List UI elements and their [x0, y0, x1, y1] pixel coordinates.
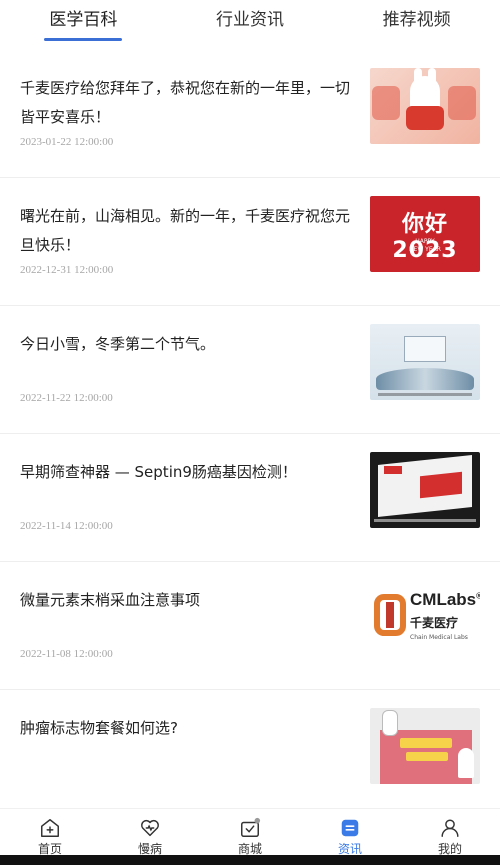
thumbnail-text: 你好2023: [392, 212, 458, 263]
nav-news[interactable]: 资讯: [300, 809, 400, 856]
thumbnail-text: ®: [476, 591, 480, 601]
article-title: 早期筛查神器 — Septin9肠癌基因检测！: [20, 463, 297, 481]
thumbnail-text: CMLabs: [410, 590, 477, 609]
cart-icon: [241, 817, 261, 837]
list-item[interactable]: 今日小雪，冬季第二个节气。 2022-11-22 12:00:00: [0, 306, 500, 434]
article-thumbnail: [370, 68, 480, 144]
nav-profile[interactable]: 我的: [400, 809, 500, 856]
tab-label: 行业资讯: [216, 10, 284, 30]
tab-recommended-videos[interactable]: 推荐视频: [333, 0, 500, 50]
article-thumbnail: 你好2023 HAPPY NEW YEAR: [370, 196, 480, 272]
list-item[interactable]: 千麦医疗给您拜年了，恭祝您在新的一年里，一切皆平安喜乐！ 2023-01-22 …: [0, 50, 500, 178]
list-item[interactable]: 曙光在前，山海相见。新的一年，千麦医疗祝您元旦快乐！ 2022-12-31 12…: [0, 178, 500, 306]
article-date: 2023-01-22 12:00:00: [20, 136, 114, 148]
article-title: 今日小雪，冬季第二个节气。: [20, 335, 216, 353]
thumbnail-text: HAPPY: [415, 238, 435, 245]
article-thumbnail: [370, 708, 480, 784]
news-icon: [341, 819, 359, 837]
article-title: 千麦医疗给您拜年了，恭祝您在新的一年里，一切皆平安喜乐！: [20, 79, 351, 126]
article-thumbnail: CMLabs® 千麦医疗 Chain Medical Labs: [370, 580, 480, 656]
nav-home[interactable]: 首页: [0, 809, 100, 856]
list-item[interactable]: 肿瘤标志物套餐如何选?: [0, 690, 500, 818]
system-navigation-bar: [0, 855, 500, 865]
thumbnail-text: NEW YEAR: [409, 246, 441, 253]
tab-label: 医学百科: [49, 10, 118, 30]
article-date: 2022-12-31 12:00:00: [20, 264, 114, 276]
category-tabs: 医学百科 行业资讯 推荐视频: [0, 0, 500, 50]
tab-industry-news[interactable]: 行业资讯: [167, 0, 334, 50]
home-icon: [41, 819, 59, 837]
article-list: 千麦医疗给您拜年了，恭祝您在新的一年里，一切皆平安喜乐！ 2023-01-22 …: [0, 50, 500, 818]
tab-medical-encyclopedia[interactable]: 医学百科: [0, 0, 167, 50]
tab-label: 推荐视频: [382, 10, 451, 30]
article-title: 微量元素末梢采血注意事项: [20, 591, 201, 609]
heart-icon: [141, 819, 159, 837]
thumbnail-text: 千麦医疗: [410, 616, 459, 630]
article-date: 2022-11-08 12:00:00: [20, 648, 113, 660]
thumbnail-text: Chain Medical Labs: [410, 634, 468, 641]
article-title: 肿瘤标志物套餐如何选?: [20, 719, 178, 737]
nav-chronic-disease[interactable]: 慢病: [100, 809, 200, 856]
article-date: 2022-11-22 12:00:00: [20, 392, 113, 404]
active-tab-indicator: [44, 38, 123, 41]
article-thumbnail: [370, 324, 480, 400]
list-item[interactable]: 早期筛查神器 — Septin9肠癌基因检测！ 2022-11-14 12:00…: [0, 434, 500, 562]
bottom-navigation: 首页 慢病 商城 资讯 我的: [0, 808, 500, 856]
article-title: 曙光在前，山海相见。新的一年，千麦医疗祝您元旦快乐！: [20, 207, 351, 254]
user-icon: [441, 819, 459, 837]
nav-mall[interactable]: 商城: [200, 809, 300, 856]
list-item[interactable]: 微量元素末梢采血注意事项 2022-11-08 12:00:00 CMLabs®…: [0, 562, 500, 690]
article-thumbnail: [370, 452, 480, 528]
article-date: 2022-11-14 12:00:00: [20, 520, 113, 532]
